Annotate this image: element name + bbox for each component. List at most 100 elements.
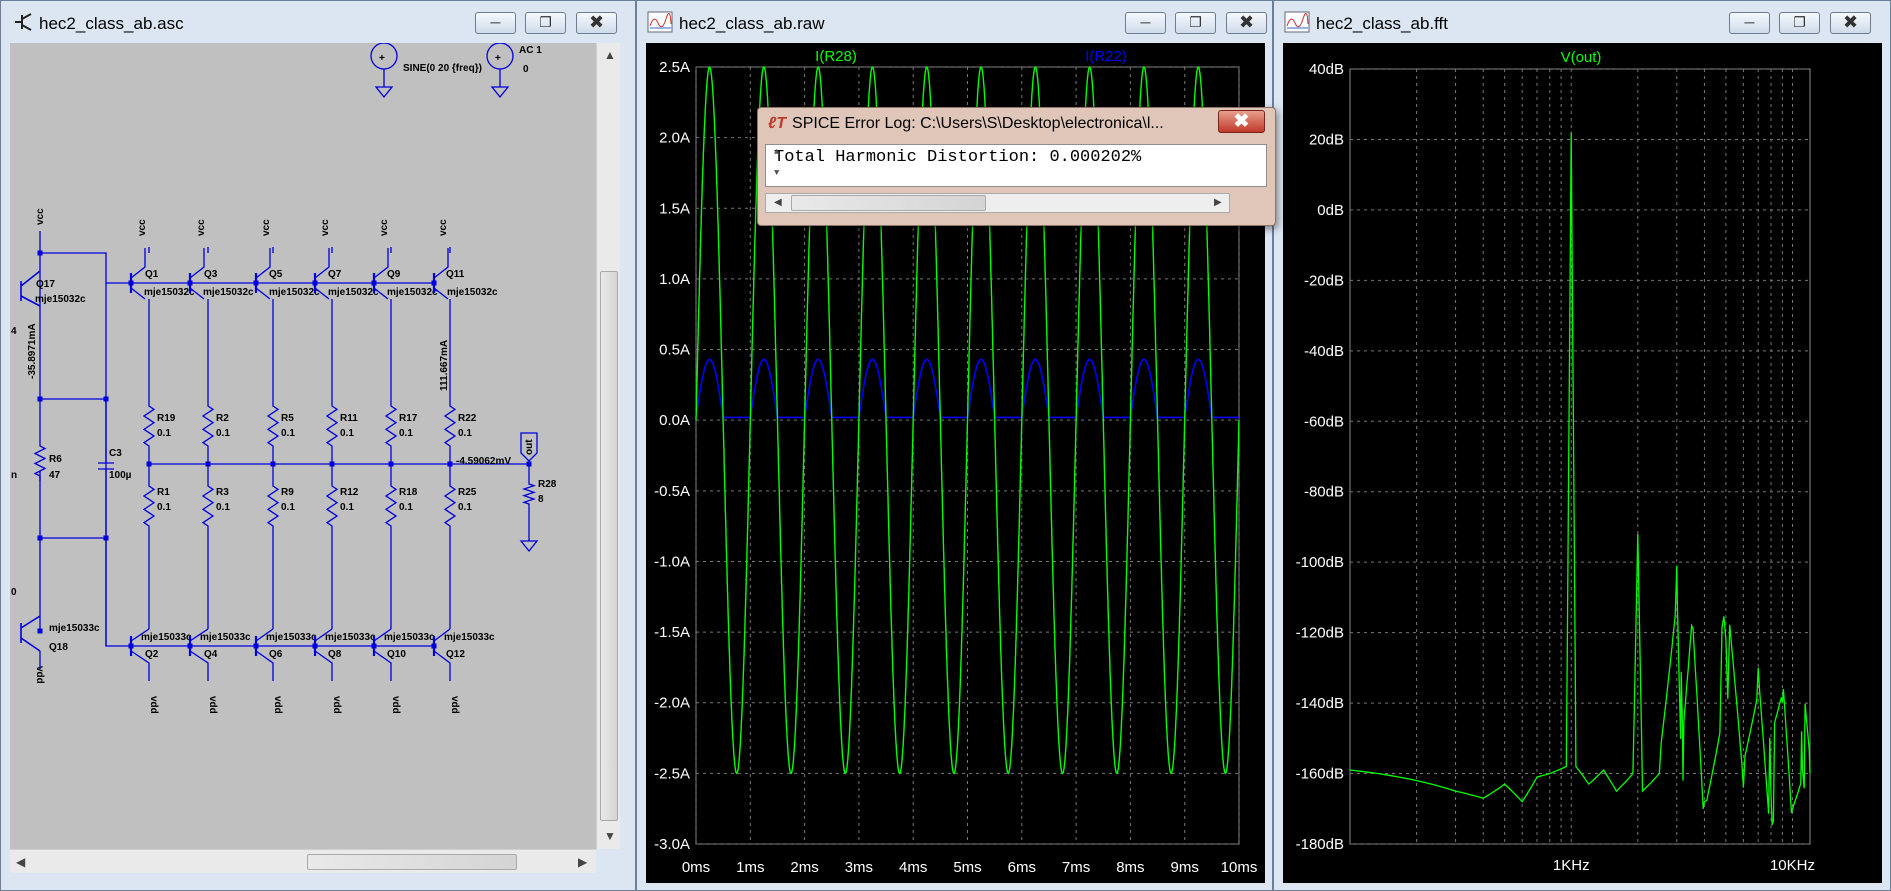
- maximize-button[interactable]: ❐: [1175, 12, 1216, 34]
- horizontal-scroll-thumb[interactable]: [307, 854, 517, 870]
- scroll-left-arrow[interactable]: ◀: [774, 197, 782, 208]
- maximize-button[interactable]: ❐: [1779, 12, 1820, 34]
- y-tick-label: -2.5A: [654, 765, 690, 782]
- resistor-symbol: [201, 481, 215, 531]
- ltspice-logo-icon: ℓT: [768, 115, 787, 132]
- y-tick-label: -80dB: [1304, 484, 1344, 501]
- y-tick-label: 0.5A: [659, 342, 690, 359]
- transistor-model: mje15032c: [328, 287, 379, 298]
- junction-dot: [312, 280, 318, 286]
- vdd-label: vdd: [331, 696, 342, 714]
- dialog-close-button[interactable]: ✖: [1218, 110, 1265, 133]
- junction-dot: [37, 628, 43, 634]
- transistor-model: mje15033c: [266, 632, 317, 643]
- fft-window: hec2_class_ab.fft ─ ❐ ✖ 1KHz 10KHz 40dB 20d…: [1273, 0, 1891, 891]
- y-tick-label: -120dB: [1296, 625, 1344, 642]
- dialog-title[interactable]: ℓT SPICE Error Log: C:\Users\S\Desktop\el…: [768, 115, 1164, 133]
- minimize-icon: ─: [490, 14, 501, 30]
- y-tick-label: 40dB: [1309, 61, 1344, 78]
- schematic-canvas[interactable]: + + SINE(0 20 {freq}) AC 1 0 vcc vdd Q1 mje15032…: [10, 43, 596, 849]
- schematic-title: hec2_class_ab.asc: [39, 14, 184, 33]
- close-button[interactable]: ✖: [1830, 12, 1871, 34]
- spice-error-log-dialog: ℓT SPICE Error Log: C:\Users\S\Desktop\el…: [757, 107, 1276, 226]
- legend-ir28: I(R28): [815, 48, 857, 65]
- resistor-name: R22: [458, 413, 477, 424]
- transistor-icon: [15, 13, 32, 31]
- transistor-model: mje15032c: [269, 287, 320, 298]
- scroll-up-arrow[interactable]: ▲: [604, 48, 616, 62]
- schematic-vertical-scrollbar[interactable]: ▲ ▼: [596, 43, 620, 849]
- schematic-titlebar[interactable]: hec2_class_ab.asc ─ ❐ ✖: [1, 1, 635, 41]
- capacitor-name: C3: [109, 448, 122, 459]
- resistor-name: R6: [49, 454, 62, 465]
- minimize-icon: ─: [1140, 14, 1151, 30]
- ground-symbol: [490, 86, 510, 99]
- y-tick-label: 2.5A: [659, 59, 690, 76]
- resistor-value: 0.1: [281, 502, 295, 513]
- x-tick-label: 1ms: [736, 859, 764, 876]
- scroll-up-arrow[interactable]: ▲: [774, 147, 1262, 157]
- resistor-name: R12: [340, 487, 359, 498]
- transistor-model: mje15033c: [141, 632, 192, 643]
- waveform-legend: I(R28) I(R22): [815, 48, 1127, 65]
- minimize-button[interactable]: ─: [1729, 12, 1770, 34]
- resistor-value: 0.1: [340, 428, 354, 439]
- transistor-model: mje15032c: [387, 287, 438, 298]
- maximize-button[interactable]: ❐: [525, 12, 566, 34]
- transistor-name: Q3: [204, 269, 218, 280]
- resistor-symbol: [325, 401, 339, 451]
- dialog-scroll-thumb[interactable]: [791, 195, 986, 211]
- fft-titlebar[interactable]: hec2_class_ab.fft ─ ❐ ✖: [1274, 1, 1890, 41]
- scroll-right-arrow[interactable]: ▶: [578, 855, 587, 869]
- transistor-model: mje15033c: [444, 632, 495, 643]
- restore-icon: ❐: [539, 14, 552, 30]
- resistor-symbol: [142, 481, 156, 531]
- vcc-label: vcc: [320, 219, 331, 236]
- scroll-right-arrow[interactable]: ▶: [1214, 197, 1222, 208]
- schematic-drawing[interactable]: + + SINE(0 20 {freq}) AC 1 0 vcc vdd Q1 mje15032…: [10, 43, 596, 849]
- ground-symbol: [374, 86, 394, 99]
- vertical-scroll-thumb[interactable]: [600, 271, 618, 821]
- q18-transistor-symbol: [20, 615, 41, 652]
- transistor-name: Q8: [328, 649, 342, 660]
- resistor-name: R2: [216, 413, 229, 424]
- minimize-button[interactable]: ─: [1125, 12, 1166, 34]
- transistor-model: mje15033c: [384, 632, 435, 643]
- fft-plot-area[interactable]: 1KHz 10KHz 40dB 20dB 0dB -20dB -40dB -60dB -80dB…: [1283, 43, 1882, 883]
- junction-dot: [128, 643, 134, 649]
- error-log-text-area[interactable]: Total Harmonic Distortion: 0.000202% ▲ ▼: [765, 144, 1267, 187]
- y-tick-label: -0.5A: [654, 483, 690, 500]
- legend-ir22: I(R22): [1085, 48, 1127, 65]
- y-tick-label: -60dB: [1304, 413, 1344, 430]
- y-tick-label: -2.0A: [654, 695, 690, 712]
- vcc-label: vcc: [137, 219, 148, 236]
- schematic-horizontal-scrollbar[interactable]: ◀ ▶: [10, 849, 596, 873]
- close-button[interactable]: ✖: [1226, 12, 1267, 34]
- vcc-label: vcc: [379, 219, 390, 236]
- minimize-button[interactable]: ─: [475, 12, 516, 34]
- y-tick-label: 1.0A: [659, 271, 690, 288]
- waveform-icon: [1284, 11, 1310, 33]
- dialog-horizontal-scrollbar[interactable]: ◀ ▶: [765, 193, 1230, 213]
- y-tick-label: 2.0A: [659, 130, 690, 147]
- waveform-titlebar[interactable]: hec2_class_ab.raw ─ ❐ ✖: [637, 1, 1272, 41]
- transistor-name: Q7: [328, 269, 342, 280]
- resistor-symbol: [384, 481, 398, 531]
- resistor-value: 47: [49, 470, 61, 481]
- scroll-down-arrow[interactable]: ▼: [774, 168, 1262, 178]
- x-tick-label: 0ms: [682, 859, 710, 876]
- transistor-name: Q9: [387, 269, 401, 280]
- source-v1-value: SINE(0 20 {freq}): [403, 63, 482, 74]
- source-plus: +: [379, 53, 385, 64]
- transistor-name: Q11: [446, 269, 465, 280]
- scroll-left-arrow[interactable]: ◀: [16, 855, 25, 869]
- resistor-symbol: [201, 401, 215, 451]
- transistor-name: Q10: [387, 649, 406, 660]
- scroll-down-arrow[interactable]: ▼: [604, 829, 616, 843]
- resistor-value: 0.1: [216, 428, 230, 439]
- resistor-symbol: [325, 481, 339, 531]
- resistor-value: 0.1: [340, 502, 354, 513]
- close-button[interactable]: ✖: [576, 12, 617, 34]
- resistor-value: 0.1: [216, 502, 230, 513]
- fft-chart[interactable]: 1KHz 10KHz 40dB 20dB 0dB -20dB -40dB -60dB -80dB…: [1283, 43, 1882, 883]
